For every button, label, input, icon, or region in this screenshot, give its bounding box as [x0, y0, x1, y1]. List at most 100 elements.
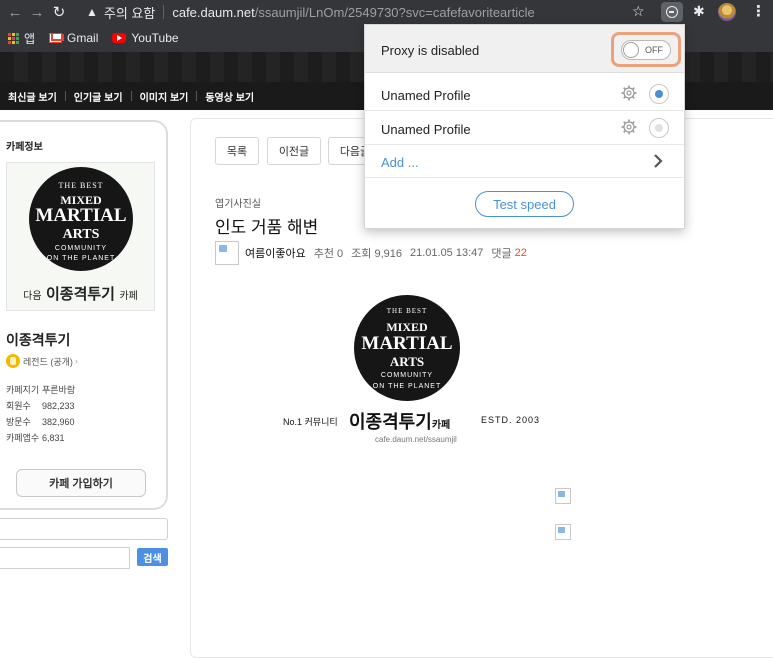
emblem-text: ON THE PLANET: [372, 383, 442, 390]
profile-radio[interactable]: [649, 118, 669, 138]
mma-emblem: THE BEST MIXED MARTIAL ARTS COMMUNITY ON…: [29, 167, 133, 271]
forward-icon[interactable]: →: [26, 4, 48, 21]
security-label[interactable]: 주의 요함: [104, 3, 155, 22]
reload-icon[interactable]: ↻: [48, 3, 70, 21]
list-button[interactable]: 목록: [215, 137, 259, 165]
chevron-right-icon: [654, 154, 663, 168]
menu-kebab-icon[interactable]: ⋮: [751, 2, 766, 20]
proxy-toggle[interactable]: OFF: [621, 40, 671, 60]
profile-radio-selected[interactable]: [649, 84, 669, 104]
bookmark-youtube[interactable]: YouTube: [112, 31, 179, 45]
tagline-cafe: 카페: [431, 420, 451, 431]
post-date: 21.01.05 13:47: [409, 247, 484, 259]
add-profile-label: Add ...: [381, 155, 419, 170]
tagline-url: cafe.daum.net/ssaumjil: [375, 435, 457, 444]
gmail-icon: [49, 33, 65, 43]
author-name[interactable]: 여름이좋아요: [245, 245, 306, 261]
stat-row: 카페앱수 6,831: [6, 430, 75, 446]
broken-image-icon: [555, 524, 571, 540]
emblem-text: THE BEST: [386, 307, 428, 315]
stat-row: 카페지기 푸른바람: [6, 382, 75, 398]
toggle-highlight: OFF: [611, 32, 681, 67]
stat-label: 방문수: [6, 417, 31, 427]
toggle-label: OFF: [645, 45, 663, 55]
nav-popular[interactable]: 인기글 보기: [66, 89, 131, 104]
recommend-count: 추천 0: [313, 248, 344, 260]
bookmark-label: Gmail: [67, 31, 99, 45]
url-path[interactable]: /ssaumjil/LnOm/2549730?svc=cafefavoritea…: [255, 5, 535, 20]
stat-label: 카페지기: [6, 385, 40, 395]
reply-count[interactable]: 22: [515, 247, 527, 259]
popup-header: Proxy is disabled OFF: [365, 25, 684, 73]
post-title: 인도 거품 해변: [215, 218, 319, 237]
tagline-right: ESTD. 2003: [481, 415, 541, 425]
bookmark-star-icon[interactable]: ☆: [632, 3, 645, 20]
logo-caption: 다음 이종격투기 카페: [7, 283, 154, 304]
url-host[interactable]: cafe.daum.net: [172, 5, 254, 20]
nav-latest[interactable]: 최신글 보기: [0, 89, 65, 104]
emblem-text: ARTS: [389, 354, 425, 369]
post-image-emblem: THE BEST MIXED MARTIAL ARTS COMMUNITY ON…: [354, 295, 460, 401]
nav-videos[interactable]: 동영상 보기: [197, 89, 262, 104]
cafe-logo[interactable]: THE BEST MIXED MARTIAL ARTS COMMUNITY ON…: [6, 162, 155, 311]
emblem-text: COMMUNITY: [380, 372, 434, 379]
stat-label: 카페앱수: [6, 433, 40, 443]
view-count: 조회 9,916: [351, 248, 402, 260]
radio-dot: [655, 90, 663, 98]
gear-icon[interactable]: [621, 119, 637, 135]
stat-row: 방문수 382,960: [6, 414, 75, 430]
logo-caption-suffix: 카페: [119, 291, 138, 302]
broken-image-icon: [555, 488, 571, 504]
nav-images[interactable]: 이미지 보기: [132, 89, 197, 104]
tagline-name: 이종격투기: [349, 412, 432, 432]
emblem-text: ARTS: [62, 227, 100, 242]
emblem-text: MARTIAL: [35, 205, 127, 226]
bookmark-gmail[interactable]: Gmail: [49, 31, 98, 45]
add-profile-row[interactable]: Add ...: [365, 145, 684, 178]
logo-caption-name: 이종격투기: [45, 286, 115, 303]
chevron-right-icon: ›: [74, 356, 78, 366]
radio-dot: [655, 124, 663, 132]
stat-value: 푸른바람: [42, 385, 76, 395]
board-name[interactable]: 엽기사진실: [215, 195, 261, 210]
emblem-text: THE BEST: [58, 181, 104, 190]
test-speed-button[interactable]: Test speed: [475, 191, 574, 217]
gear-icon[interactable]: [621, 85, 637, 101]
apps-grid-icon: [8, 32, 19, 44]
back-icon[interactable]: ←: [4, 4, 26, 21]
profile-name: Unamed Profile: [381, 88, 471, 103]
profile-row[interactable]: Unamed Profile: [365, 78, 684, 111]
prev-post-button[interactable]: 이전글: [267, 137, 321, 165]
sidebar-title: 카페정보: [6, 142, 43, 153]
toggle-knob: [623, 42, 639, 58]
bookmark-label: YouTube: [131, 31, 179, 45]
address-bar[interactable]: ▲ 주의 요함 cafe.daum.net /ssaumjil/LnOm/254…: [86, 2, 656, 22]
search-input[interactable]: [0, 547, 130, 569]
cafe-info-sidebar: 카페정보 THE BEST MIXED MARTIAL ARTS COMMUNI…: [0, 120, 168, 510]
warning-icon[interactable]: ▲: [86, 5, 98, 19]
join-cafe-button[interactable]: 카페 가입하기: [16, 469, 146, 497]
divider: [163, 5, 165, 19]
reply-label[interactable]: 댓글: [491, 245, 511, 261]
post-image-tagline: No.1 커뮤니티 이종격투기카페 ESTD. 2003 cafe.daum.n…: [283, 411, 543, 444]
search-scope-field[interactable]: [0, 518, 168, 540]
extensions-puzzle-icon[interactable]: ✱: [693, 3, 705, 20]
cafe-name[interactable]: 이종격투기: [6, 330, 70, 350]
legend-badge-icon: [6, 354, 20, 368]
cafe-level[interactable]: 레전드 (공개) ›: [6, 354, 78, 368]
proxy-extension-popup: Proxy is disabled OFF Unamed Profile Una…: [364, 24, 685, 229]
logo-caption-prefix: 다음: [23, 291, 42, 302]
search-button[interactable]: 검색: [137, 548, 168, 566]
bookmark-apps[interactable]: 앱: [8, 30, 35, 47]
profile-avatar[interactable]: [718, 3, 736, 21]
proxy-extension-icon[interactable]: [661, 2, 683, 22]
stat-row: 회원수 982,233: [6, 398, 75, 414]
author-avatar-broken-image-icon[interactable]: [215, 241, 239, 265]
emblem-text: MARTIAL: [361, 333, 453, 354]
proxy-status-text: Proxy is disabled: [381, 43, 480, 58]
bookmark-label: 앱: [24, 31, 36, 46]
stat-value: 982,233: [42, 401, 75, 411]
stat-value: 6,831: [42, 433, 65, 443]
emblem-text: ON THE PLANET: [46, 255, 116, 262]
profile-row[interactable]: Unamed Profile: [365, 112, 684, 145]
